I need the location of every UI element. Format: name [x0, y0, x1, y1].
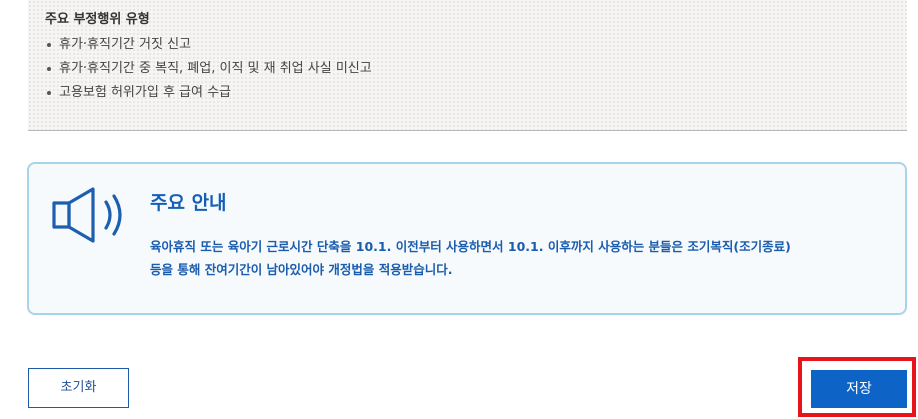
list-item-text: 휴가·휴직기간 중 복직, 폐업, 이직 및 재 취업 사실 미신고 — [59, 61, 372, 76]
fraud-types-title: 주요 부정행위 유형 — [45, 12, 150, 27]
notice-box: 주요 안내 육아휴직 또는 육아기 근로시간 단축을 10.1. 이전부터 사용… — [27, 162, 907, 315]
speaker-icon — [52, 187, 122, 243]
list-item-text: 고용보험 허위가입 후 급여 수급 — [59, 85, 232, 100]
notice-line-1: 육아휴직 또는 육아기 근로시간 단축을 10.1. 이전부터 사용하면서 10… — [150, 239, 791, 254]
save-button[interactable]: 저장 — [811, 370, 907, 408]
save-button-highlight: 저장 — [798, 357, 916, 417]
list-item: 고용보험 허위가입 후 급여 수급 — [45, 85, 907, 101]
bullet-icon — [47, 67, 51, 71]
notice-line-2: 등을 통해 잔여기간이 남아있어야 개정법을 적용받습니다. — [150, 262, 453, 277]
bullet-icon — [47, 91, 51, 95]
bullet-icon — [47, 43, 51, 47]
notice-title: 주요 안내 — [150, 192, 227, 214]
list-item-text: 휴가·휴직기간 거짓 신고 — [59, 37, 191, 52]
fraud-types-box: 주요 부정행위 유형 휴가·휴직기간 거짓 신고 휴가·휴직기간 중 복직, 폐… — [28, 0, 907, 131]
fraud-types-list: 휴가·휴직기간 거짓 신고 휴가·휴직기간 중 복직, 폐업, 이직 및 재 취… — [45, 37, 907, 101]
notice-text: 육아휴직 또는 육아기 근로시간 단축을 10.1. 이전부터 사용하면서 10… — [150, 235, 890, 281]
page: 주요 부정행위 유형 휴가·휴직기간 거짓 신고 휴가·휴직기간 중 복직, 폐… — [0, 0, 918, 419]
reset-button[interactable]: 초기화 — [28, 368, 129, 408]
list-item: 휴가·휴직기간 거짓 신고 — [45, 37, 907, 53]
list-item: 휴가·휴직기간 중 복직, 폐업, 이직 및 재 취업 사실 미신고 — [45, 61, 907, 77]
